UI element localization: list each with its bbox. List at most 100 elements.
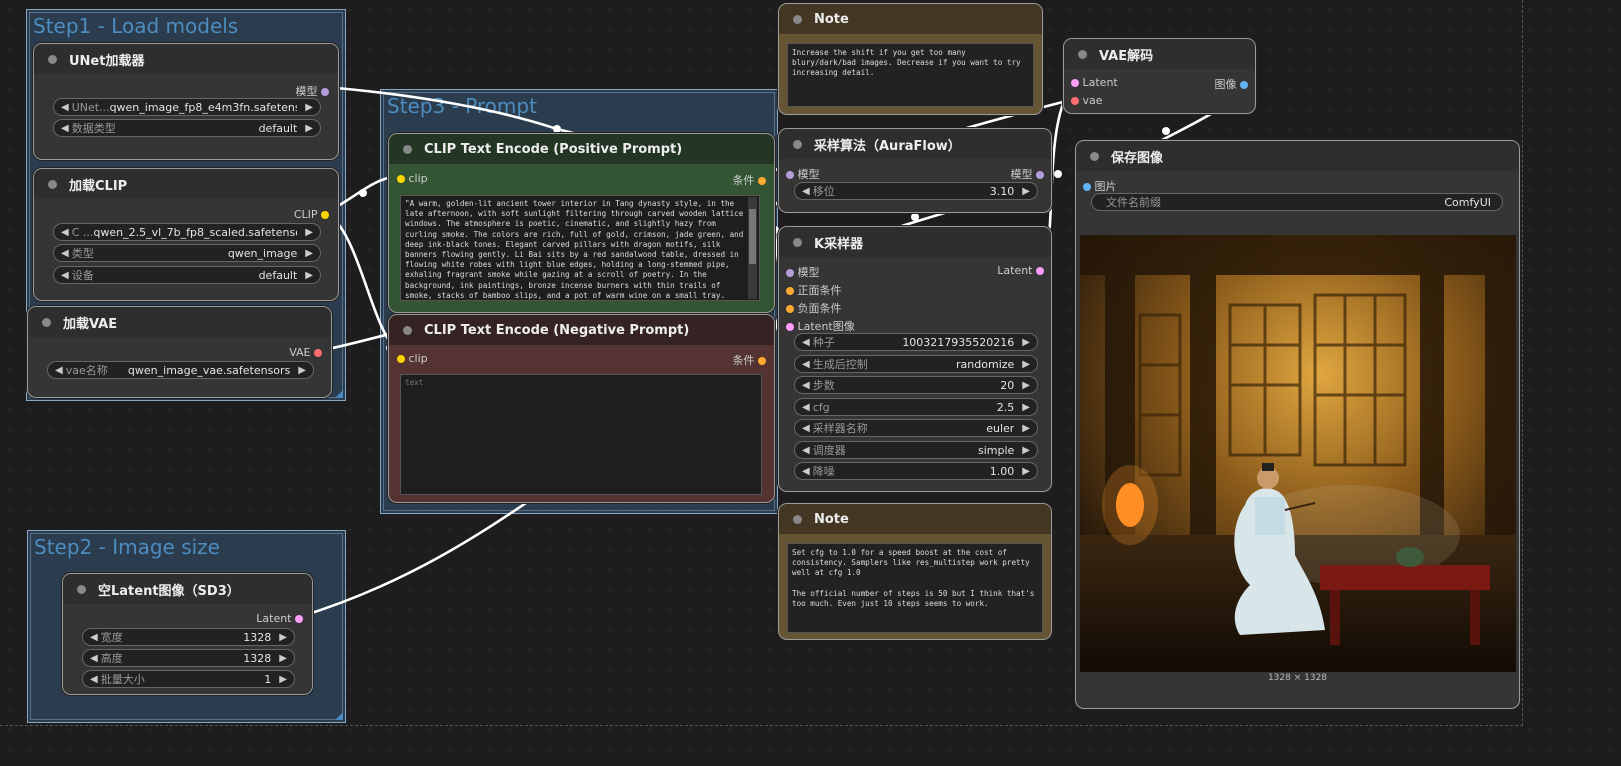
widget-control-after-generate[interactable]: ◀ 生成后控制 randomize ▶ [794,355,1038,373]
node-header[interactable]: 保存图像 [1076,141,1519,171]
socket-icon[interactable] [786,269,794,277]
node-ksampler[interactable]: K采样器 模型 Latent 正面条件 负面条件 Latent图像 ◀ 种子 100… [778,226,1052,492]
arrow-left-icon[interactable]: ◀ [90,632,98,643]
node-header[interactable]: 空Latent图像（SD3） [63,574,312,604]
input-latent-image[interactable]: Latent图像 [786,318,855,334]
arrow-right-icon[interactable]: ▶ [279,653,287,664]
node-vae-decode[interactable]: VAE解码 Latent 图像 vae [1063,38,1256,114]
socket-icon[interactable] [1083,183,1091,191]
node-header[interactable]: 采样算法（AuraFlow） [779,129,1051,159]
output-vae[interactable]: VAE [289,346,322,359]
arrow-left-icon[interactable]: ◀ [802,423,810,434]
arrow-right-icon[interactable]: ▶ [279,674,287,685]
node-header[interactable]: CLIP Text Encode (Positive Prompt) [389,134,774,164]
arrow-right-icon[interactable]: ▶ [1022,445,1030,456]
input-positive[interactable]: 正面条件 [786,282,842,298]
output-image[interactable]: 图像 [1215,76,1248,92]
node-clip-loader[interactable]: 加载CLIP CLIP ◀ C ... qwen_2.5_vl_7b_fp8_sca… [33,168,339,301]
output-model[interactable]: 模型 [296,83,329,99]
widget-clip-type[interactable]: ◀ 类型 qwen_image ▶ [53,244,321,262]
socket-icon[interactable] [786,171,794,179]
widget-unet-name[interactable]: ◀ UNet... qwen_image_fp8_e4m3fn.safetensor… [53,98,321,116]
collapse-dot-icon[interactable] [1078,49,1087,59]
node-model-sampling-auraflow[interactable]: 采样算法（AuraFlow） 模型 模型 ◀ 移位 3.10 ▶ [778,128,1052,213]
node-note-shift[interactable]: Note Increase the shift if you get too m… [778,3,1043,115]
scrollbar-thumb[interactable] [749,209,756,264]
arrow-right-icon[interactable]: ▶ [1022,466,1030,477]
arrow-left-icon[interactable]: ◀ [802,359,810,370]
widget-scheduler[interactable]: ◀ 调度器 simple ▶ [794,441,1038,459]
resize-handle[interactable] [335,390,343,398]
arrow-right-icon[interactable]: ▶ [1022,423,1030,434]
widget-steps[interactable]: ◀ 步数 20 ▶ [794,376,1038,394]
widget-cfg[interactable]: ◀ cfg 2.5 ▶ [794,398,1038,416]
input-vae[interactable]: vae [1071,94,1103,107]
arrow-left-icon[interactable]: ◀ [802,402,810,413]
socket-icon[interactable] [397,175,405,183]
arrow-right-icon[interactable]: ▶ [1022,380,1030,391]
arrow-right-icon[interactable]: ▶ [305,248,313,259]
prompt-textarea[interactable]: text [400,374,762,495]
arrow-right-icon[interactable]: ▶ [1022,337,1030,348]
collapse-dot-icon[interactable] [77,584,86,594]
collapse-dot-icon[interactable] [403,325,412,335]
collapse-dot-icon[interactable] [793,237,802,247]
arrow-right-icon[interactable]: ▶ [1022,186,1030,197]
widget-batch-size[interactable]: ◀ 批量大小 1 ▶ [82,670,295,688]
node-header[interactable]: 加载VAE [28,307,331,337]
input-clip[interactable]: clip [397,352,428,365]
input-negative[interactable]: 负面条件 [786,300,842,316]
node-save-image[interactable]: 保存图像 图片 文件名前缀 ComfyUI 1328 × 1328 [1075,140,1520,709]
node-header[interactable]: UNet加载器 [34,44,338,74]
note-text[interactable]: Set cfg to 1.0 for a speed boost at the … [787,543,1043,633]
arrow-left-icon[interactable]: ◀ [55,365,63,376]
socket-icon[interactable] [321,88,329,96]
socket-icon[interactable] [758,357,766,365]
output-clip[interactable]: CLIP [294,208,329,221]
widget-filename-prefix[interactable]: 文件名前缀 ComfyUI [1091,193,1503,211]
socket-icon[interactable] [1036,267,1044,275]
arrow-right-icon[interactable]: ▶ [305,227,313,238]
widget-shift[interactable]: ◀ 移位 3.10 ▶ [794,182,1038,200]
node-header[interactable]: Note [779,504,1051,534]
arrow-left-icon[interactable]: ◀ [61,270,69,281]
collapse-dot-icon[interactable] [42,317,51,327]
widget-width[interactable]: ◀ 宽度 1328 ▶ [82,628,295,646]
widget-vae-name[interactable]: ◀ vae名称 qwen_image_vae.safetensors ▶ [47,361,314,379]
arrow-right-icon[interactable]: ▶ [1022,359,1030,370]
arrow-left-icon[interactable]: ◀ [61,123,69,134]
widget-denoise[interactable]: ◀ 降噪 1.00 ▶ [794,462,1038,480]
socket-icon[interactable] [1071,97,1079,105]
output-conditioning[interactable]: 条件 [733,172,766,188]
socket-icon[interactable] [1071,79,1079,87]
node-empty-latent[interactable]: 空Latent图像（SD3） Latent ◀ 宽度 1328 ▶ ◀ 高度 1328 ▶ … [62,573,313,695]
arrow-right-icon[interactable]: ▶ [1022,402,1030,413]
collapse-dot-icon[interactable] [48,179,57,189]
input-model[interactable]: 模型 [786,166,820,182]
socket-icon[interactable] [786,305,794,313]
resize-handle[interactable] [335,712,343,720]
collapse-dot-icon[interactable] [48,54,57,64]
socket-icon[interactable] [786,287,794,295]
output-latent[interactable]: Latent [256,612,303,625]
arrow-right-icon[interactable]: ▶ [305,270,313,281]
node-header[interactable]: VAE解码 [1064,39,1255,69]
input-model[interactable]: 模型 [786,264,820,280]
prompt-textarea[interactable]: "A warm, golden-lit ancient tower interi… [400,195,760,301]
node-header[interactable]: Note [779,4,1042,34]
arrow-right-icon[interactable]: ▶ [305,102,313,113]
arrow-right-icon[interactable]: ▶ [305,123,313,134]
arrow-left-icon[interactable]: ◀ [802,466,810,477]
node-header[interactable]: CLIP Text Encode (Negative Prompt) [389,315,774,345]
output-model[interactable]: 模型 [1011,166,1044,182]
arrow-left-icon[interactable]: ◀ [802,380,810,391]
input-images[interactable]: 图片 [1083,178,1117,194]
socket-icon[interactable] [758,177,766,185]
node-header[interactable]: K采样器 [779,227,1051,257]
scrollbar[interactable] [748,197,757,299]
socket-icon[interactable] [786,323,794,331]
node-unet-loader[interactable]: UNet加载器 模型 ◀ UNet... qwen_image_fp8_e4m3fn… [33,43,339,160]
collapse-dot-icon[interactable] [793,14,802,24]
widget-sampler-name[interactable]: ◀ 采样器名称 euler ▶ [794,419,1038,437]
collapse-dot-icon[interactable] [403,144,412,154]
